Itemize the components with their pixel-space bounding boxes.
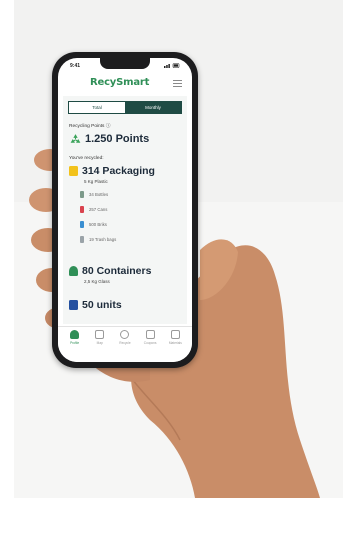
- points-value: 1.250 Points: [85, 133, 150, 145]
- coupon-icon: [145, 330, 155, 339]
- product-photo: 9:41 RecySmart Total Monthly Recycling P…: [0, 0, 343, 533]
- category-packaging[interactable]: 314 Packaging: [69, 164, 155, 178]
- nav-coupons[interactable]: Coupons: [139, 330, 161, 362]
- list-item: 500 Briks: [80, 217, 116, 232]
- nav-recycle[interactable]: Recycle: [114, 330, 136, 362]
- item-label: 257 Cans: [89, 207, 108, 212]
- hamburger-menu-icon[interactable]: [173, 80, 182, 87]
- recycling-points-label: Recycling Points ⓘ: [69, 124, 111, 129]
- category-title: 50 units: [82, 299, 122, 311]
- list-item: 34 Bottles: [80, 187, 116, 202]
- period-tabs: Total Monthly: [68, 101, 182, 114]
- bottle-icon: [80, 191, 84, 198]
- nav-profile[interactable]: Profile: [64, 330, 86, 362]
- nav-label: Profile: [70, 341, 80, 345]
- nav-label: Map: [96, 341, 103, 345]
- brik-icon: [80, 221, 84, 228]
- trash-bag-icon: [80, 236, 84, 243]
- category-containers[interactable]: 80 Containers: [69, 264, 151, 278]
- category-units[interactable]: 50 units: [69, 298, 122, 312]
- can-icon: [80, 206, 84, 213]
- map-icon: [95, 330, 105, 339]
- paper-bin-icon: [69, 300, 78, 310]
- app-header: RecySmart: [58, 72, 192, 94]
- item-label: 500 Briks: [89, 222, 107, 227]
- status-time: 9:41: [70, 63, 81, 69]
- thumb-image: [38, 200, 80, 260]
- nav-label: Materials: [168, 341, 182, 345]
- nav-map[interactable]: Map: [89, 330, 111, 362]
- materials-icon: [170, 330, 180, 339]
- glass-bin-icon: [69, 266, 78, 276]
- category-title: 80 Containers: [82, 265, 152, 277]
- signal-battery-icon: [164, 63, 180, 68]
- recycle-icon: [70, 133, 81, 143]
- dashboard-content: Total Monthly Recycling Points ⓘ 1.250 P…: [63, 96, 187, 324]
- item-label: 34 Bottles: [89, 192, 109, 197]
- packaging-items: 34 Bottles 257 Cans 500 Briks 19 Trash b…: [80, 187, 116, 247]
- list-item: 19 Trash bags: [80, 232, 116, 247]
- bottom-navigation: Profile Map Recycle Coupons Materials: [58, 326, 192, 362]
- recycle-nav-icon: [120, 330, 130, 339]
- category-subtitle: 5 Kg Plastic: [84, 179, 108, 184]
- packaging-bin-icon: [69, 166, 78, 176]
- tab-total[interactable]: Total: [69, 102, 125, 113]
- profile-icon: [70, 330, 80, 339]
- tab-monthly[interactable]: Monthly: [125, 102, 181, 113]
- nav-materials[interactable]: Materials: [164, 330, 186, 362]
- points-summary: 1.250 Points: [69, 132, 149, 146]
- nav-label: Coupons: [143, 341, 157, 345]
- phone-notch: [100, 58, 150, 69]
- nav-label: Recycle: [119, 341, 131, 345]
- category-title: 314 Packaging: [82, 165, 155, 177]
- recycled-label: You've recycled:: [69, 156, 104, 161]
- item-label: 19 Trash bags: [89, 237, 117, 242]
- app-logo[interactable]: RecySmart: [90, 77, 149, 88]
- list-item: 257 Cans: [80, 202, 116, 217]
- category-subtitle: 2,5 Kg Glass: [84, 279, 110, 284]
